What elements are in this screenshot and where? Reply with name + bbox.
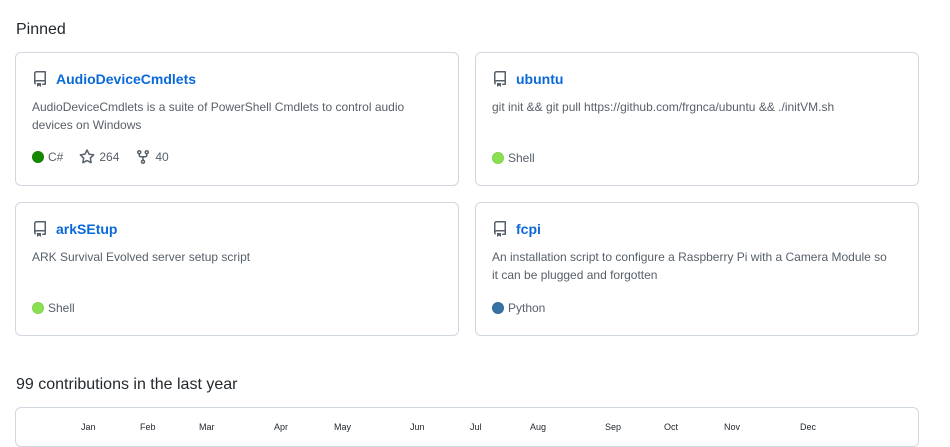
language-color-dot xyxy=(492,302,504,314)
month-label: Apr xyxy=(274,422,289,432)
month-label: Oct xyxy=(664,422,679,432)
pinned-repo-card: arkSEtup ARK Survival Evolved server set… xyxy=(15,202,459,336)
month-label: Sep xyxy=(605,422,622,432)
repo-icon xyxy=(492,221,508,237)
repo-meta: Shell xyxy=(32,301,91,315)
repo-icon xyxy=(32,71,48,87)
repo-link-fcpi[interactable]: fcpi xyxy=(516,221,541,237)
repo-link-audiodevicecmdlets[interactable]: AudioDeviceCmdlets xyxy=(56,71,196,87)
repo-header: arkSEtup xyxy=(32,219,442,239)
pinned-repo-card: AudioDeviceCmdlets AudioDeviceCmdlets is… xyxy=(15,52,459,186)
repo-header: fcpi xyxy=(492,219,902,239)
repo-language: Shell xyxy=(492,151,535,165)
repo-description: An installation script to configure a Ra… xyxy=(492,250,887,282)
repo-language: C# xyxy=(32,150,63,164)
repo-header: ubuntu xyxy=(492,69,902,89)
star-icon xyxy=(79,149,95,165)
repo-description: ARK Survival Evolved server setup script xyxy=(32,250,251,264)
month-label: Jul xyxy=(470,422,482,432)
language-label: Python xyxy=(508,301,546,315)
stars-link[interactable]: 264 xyxy=(79,149,119,165)
month-label: Mar xyxy=(199,422,215,432)
repo-language: Shell xyxy=(32,301,75,315)
language-label: Shell xyxy=(508,151,535,165)
stars-count: 264 xyxy=(99,150,120,164)
language-label: Shell xyxy=(48,301,75,315)
language-color-dot xyxy=(492,152,504,164)
month-label: Feb xyxy=(140,422,156,432)
repo-icon xyxy=(492,71,508,87)
repo-link-ubuntu[interactable]: ubuntu xyxy=(516,71,563,87)
repo-link-arksetup[interactable]: arkSEtup xyxy=(56,221,117,237)
repo-meta: Shell xyxy=(492,151,551,165)
forks-link[interactable]: 40 xyxy=(135,149,169,165)
repo-description: AudioDeviceCmdlets is a suite of PowerSh… xyxy=(32,100,405,132)
repo-icon xyxy=(32,221,48,237)
month-label: Jan xyxy=(81,422,96,432)
repo-description: git init && git pull https://github.com/… xyxy=(492,100,835,114)
fork-icon xyxy=(135,149,151,165)
repo-language: Python xyxy=(492,301,545,315)
pinned-repo-card: ubuntu git init && git pull https://gith… xyxy=(475,52,919,186)
contributions-heading: 99 contributions in the last year xyxy=(16,376,238,393)
contribution-calendar: Jan Feb Mar Apr May Jun Jul Aug Sep Oct … xyxy=(15,407,919,447)
language-color-dot xyxy=(32,302,44,314)
month-label: May xyxy=(334,422,352,432)
repo-meta: Python xyxy=(492,301,561,315)
month-label: Aug xyxy=(530,422,547,432)
language-color-dot xyxy=(32,151,44,163)
month-label: Dec xyxy=(800,422,817,432)
repo-header: AudioDeviceCmdlets xyxy=(32,69,442,89)
repo-meta: C# 264 40 xyxy=(32,149,185,165)
language-label: C# xyxy=(48,150,64,164)
month-label: Nov xyxy=(724,422,741,432)
pinned-heading: Pinned xyxy=(16,21,66,38)
pinned-repos-grid: AudioDeviceCmdlets AudioDeviceCmdlets is… xyxy=(15,52,919,336)
forks-count: 40 xyxy=(155,150,169,164)
pinned-repo-card: fcpi An installation script to configure… xyxy=(475,202,919,336)
month-label: Jun xyxy=(410,422,425,432)
